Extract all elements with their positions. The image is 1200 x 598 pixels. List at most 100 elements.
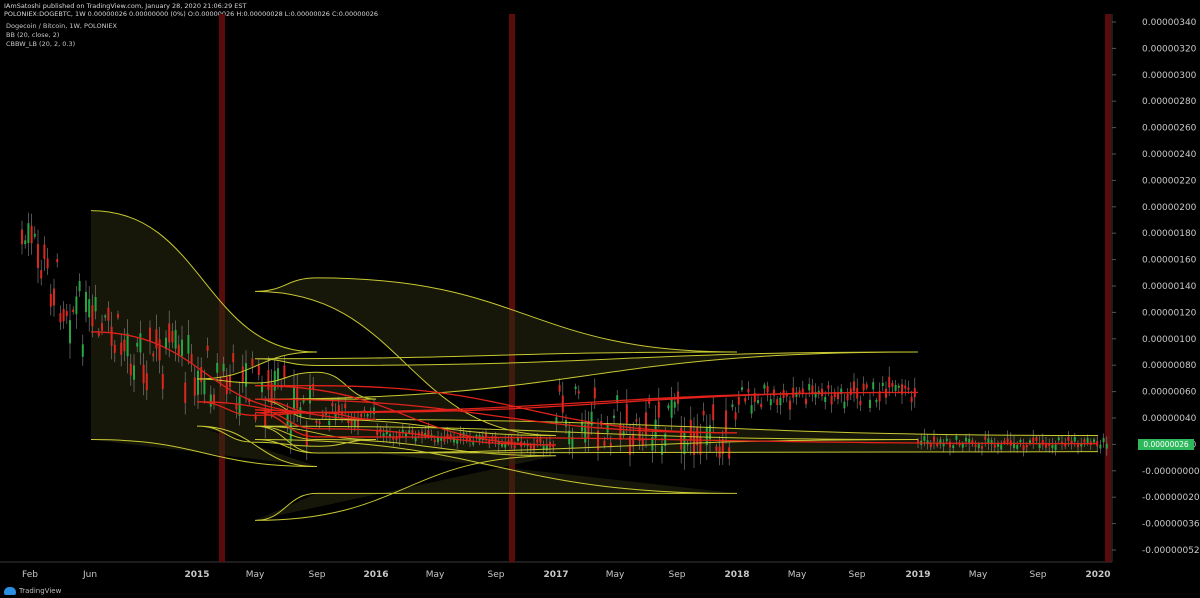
candle [33, 233, 36, 237]
candle [1032, 437, 1035, 443]
candle [107, 307, 110, 321]
candle [1016, 444, 1019, 449]
y-tick-label: 0.00000040 [1142, 414, 1197, 424]
candle [1099, 444, 1102, 449]
candle [897, 385, 900, 388]
candle [827, 385, 830, 389]
candle [350, 419, 353, 426]
candle [613, 415, 615, 419]
y-tick-label: 0.00000260 [1142, 124, 1197, 134]
candle [85, 291, 87, 313]
candle [539, 438, 542, 443]
x-tick-label: 2020 [1085, 570, 1110, 580]
candle [577, 391, 580, 394]
candle [152, 353, 155, 357]
candle [328, 420, 331, 426]
candle [110, 326, 113, 346]
candle [945, 438, 948, 442]
candle [731, 404, 734, 408]
candle [145, 373, 148, 391]
x-tick-label: May [606, 570, 625, 580]
squeeze-marker [1105, 14, 1111, 562]
candle [139, 333, 142, 353]
candle [129, 363, 132, 376]
candle [801, 388, 804, 393]
candle [894, 384, 897, 391]
x-tick-label: Sep [488, 570, 505, 580]
candle [510, 439, 513, 442]
candle [728, 447, 731, 459]
candle [741, 387, 743, 390]
tradingview-logo[interactable]: TradingView [4, 586, 61, 596]
candle [69, 320, 71, 344]
candle [501, 444, 503, 447]
candle [760, 403, 763, 408]
candle [747, 388, 750, 393]
candle [715, 446, 718, 451]
candle [174, 329, 177, 349]
candle [1083, 439, 1086, 443]
candle [846, 393, 849, 401]
candle [94, 297, 97, 312]
y-tick-label: -0.00000000 [1142, 467, 1200, 477]
candle [331, 403, 334, 407]
candle [373, 407, 375, 415]
candle [193, 377, 196, 396]
candle [283, 365, 286, 379]
y-tick-label: 0.00000300 [1142, 71, 1197, 81]
candle [865, 384, 868, 388]
candle [910, 396, 913, 403]
candle [318, 421, 321, 424]
y-tick-label: -0.00000052 [1142, 546, 1200, 556]
candle [277, 368, 279, 381]
candle [437, 437, 439, 443]
candle [81, 344, 84, 357]
candle [881, 382, 884, 386]
price-chart[interactable]: 0.00000340 0.00000320 0.00000300 0.00000280… [0, 0, 1200, 598]
candle [360, 413, 363, 417]
candle [1057, 437, 1060, 441]
x-tick-label: Feb [22, 570, 38, 580]
candle [869, 399, 871, 408]
candle [75, 296, 78, 315]
candle [155, 329, 158, 349]
candle [1051, 444, 1054, 449]
candle [955, 435, 958, 440]
candle [981, 445, 983, 449]
candle [635, 419, 638, 422]
x-tick-label: 2019 [905, 570, 930, 580]
candle [27, 223, 30, 244]
squeeze-marker [219, 14, 225, 562]
candle [120, 342, 123, 355]
y-tick-label: -0.00000020 [1142, 493, 1200, 503]
candle [891, 383, 894, 387]
candle [984, 436, 987, 440]
candle [414, 437, 417, 442]
x-tick-label: Sep [849, 570, 866, 580]
candle [993, 444, 996, 448]
candle [632, 433, 635, 447]
candle [21, 229, 23, 245]
candle [197, 370, 199, 395]
last-price-tag: 0.00000026 [1138, 439, 1194, 451]
candle [737, 397, 740, 405]
candle [117, 314, 119, 318]
candle [133, 365, 135, 380]
y-tick-label: 0.00000060 [1142, 388, 1197, 398]
candle [616, 395, 619, 403]
y-tick-label: 0.00000240 [1142, 150, 1197, 160]
candle [769, 399, 772, 406]
candle [53, 288, 55, 306]
candle [142, 364, 145, 384]
candle [965, 437, 967, 442]
candle [401, 429, 404, 433]
x-tick-label: May [788, 570, 807, 580]
candle [433, 439, 436, 443]
candle [859, 400, 862, 406]
candle [376, 430, 379, 435]
candle [849, 388, 852, 396]
candle [568, 430, 571, 445]
candle [49, 293, 52, 307]
candle [465, 436, 468, 441]
candle [475, 434, 478, 437]
